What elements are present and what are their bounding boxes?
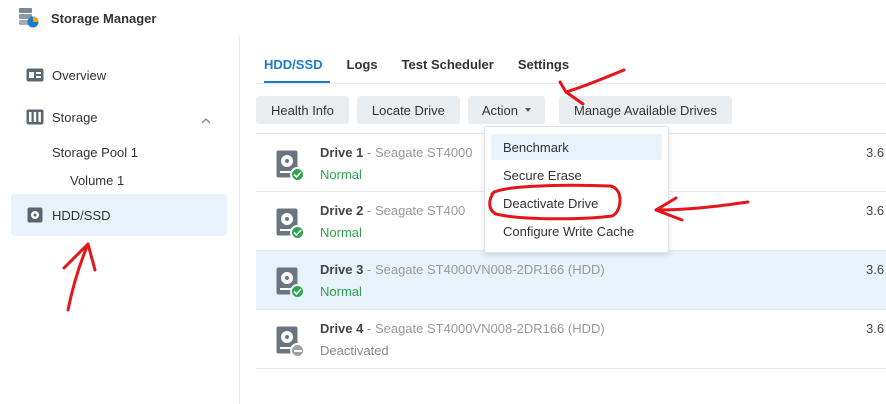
drive-size: 3.6: [866, 145, 885, 160]
drive-status: Deactivated: [320, 343, 389, 358]
drive-model: - Seagate ST4000VN008-2DR166 (HDD): [367, 321, 605, 336]
check-icon: [290, 284, 305, 299]
sidebar-item-hdd-ssd[interactable]: HDD/SSD: [11, 194, 227, 236]
active-tab-indicator: [264, 81, 330, 83]
table-row[interactable]: Drive 4 - Seagate ST4000VN008-2DR166 (HD…: [256, 310, 886, 369]
app-title: Storage Manager: [51, 10, 157, 26]
sidebar-item-label: Storage: [52, 109, 98, 125]
table-row[interactable]: Drive 3 - Seagate ST4000VN008-2DR166 (HD…: [256, 251, 886, 310]
drive-name: Drive 2: [320, 203, 364, 218]
action-button-label: Action: [481, 102, 518, 118]
drive-model: - Seagate ST4000: [367, 145, 473, 160]
drive-status: Normal: [320, 167, 362, 182]
sidebar-item-overview[interactable]: Overview: [11, 54, 227, 96]
menu-item-secure-erase[interactable]: Secure Erase: [491, 162, 662, 188]
drive-name: Drive 3: [320, 262, 364, 277]
action-dropdown-menu: Benchmark Secure Erase Deactivate Drive …: [484, 126, 669, 253]
check-icon: [290, 167, 305, 182]
menu-item-benchmark[interactable]: Benchmark: [491, 134, 662, 160]
sidebar-item-storage-pool[interactable]: Storage Pool 1: [52, 145, 138, 160]
health-info-button[interactable]: Health Info: [256, 96, 349, 124]
toolbar: Health Info Locate Drive Action Manage A…: [256, 96, 740, 124]
sidebar-item-label: HDD/SSD: [52, 207, 111, 223]
chevron-up-icon[interactable]: [201, 112, 211, 127]
tab-logs[interactable]: Logs: [347, 50, 378, 84]
sidebar-item-volume[interactable]: Volume 1: [70, 173, 124, 188]
tab-divider: [256, 83, 886, 84]
drive-model: - Seagate ST4000VN008-2DR166 (HDD): [367, 262, 605, 277]
tab-bar: HDD/SSD Logs Test Scheduler Settings: [264, 50, 593, 84]
tab-test-scheduler[interactable]: Test Scheduler: [402, 50, 494, 84]
title-bar: Storage Manager: [0, 0, 886, 36]
check-icon: [290, 225, 305, 240]
sidebar-item-label: Overview: [52, 67, 107, 83]
tab-settings[interactable]: Settings: [518, 50, 569, 84]
menu-item-configure-write-cache[interactable]: Configure Write Cache: [491, 218, 662, 244]
drive-status: Normal: [320, 284, 362, 299]
sidebar-item-storage[interactable]: Storage: [11, 96, 227, 138]
caret-down-icon: [525, 108, 531, 112]
action-button[interactable]: Action: [467, 96, 545, 124]
drive-size: 3.6: [866, 321, 885, 336]
locate-drive-button[interactable]: Locate Drive: [356, 96, 460, 124]
overview-icon: [25, 67, 44, 83]
drive-name: Drive 1: [320, 145, 364, 160]
drive-size: 3.6: [866, 203, 885, 218]
drive-name: Drive 4: [320, 321, 364, 336]
storage-icon: [25, 109, 44, 125]
menu-item-deactivate-drive[interactable]: Deactivate Drive: [491, 190, 662, 216]
manage-available-drives-button[interactable]: Manage Available Drives: [559, 96, 732, 124]
drive-size: 3.6: [866, 262, 885, 277]
storage-manager-icon: [17, 7, 39, 29]
drive-model: - Seagate ST400: [367, 203, 466, 218]
drive-status: Normal: [320, 225, 362, 240]
drive-icon: [25, 207, 44, 223]
minus-icon: [290, 343, 305, 358]
sidebar: Overview Storage Storage Pool 1 Volume 1…: [0, 36, 240, 404]
tab-hdd-ssd[interactable]: HDD/SSD: [264, 50, 323, 84]
